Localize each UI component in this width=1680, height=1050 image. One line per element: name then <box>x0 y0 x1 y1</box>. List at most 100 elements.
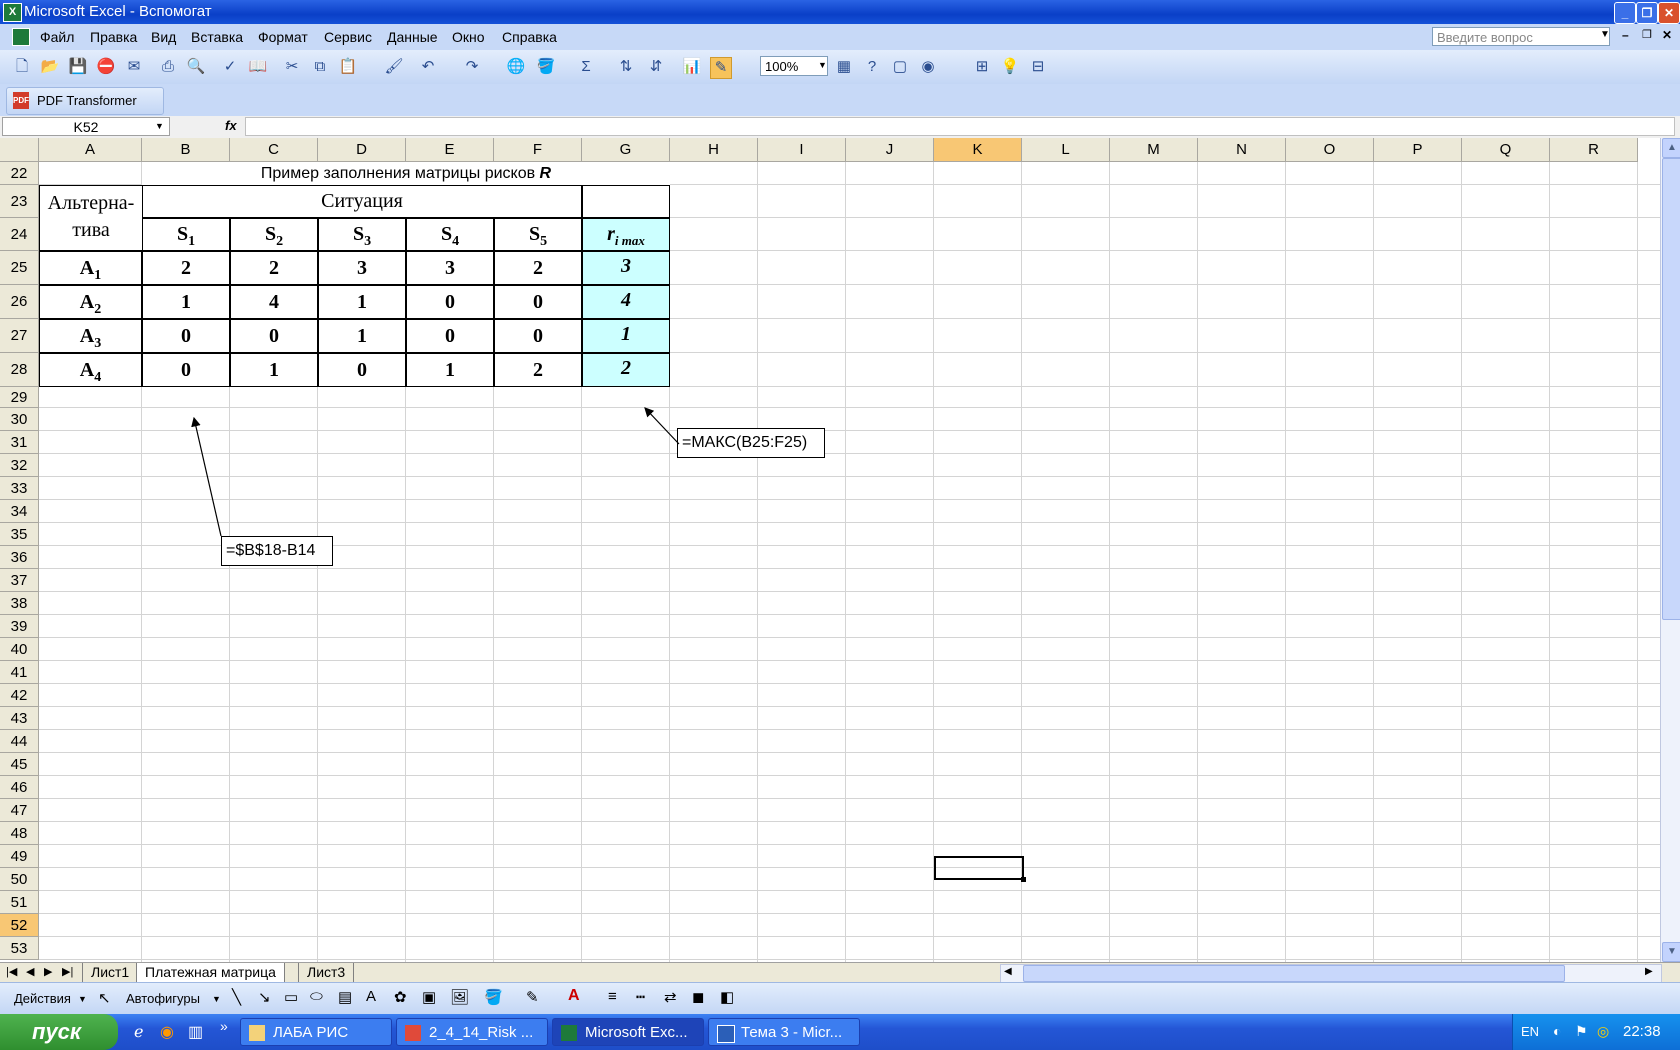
arrow-style-icon[interactable]: ⇄ <box>664 988 677 1006</box>
scroll-up-button[interactable]: ▲ <box>1662 138 1680 158</box>
shadow-style-icon[interactable]: ◼ <box>692 988 704 1006</box>
first-sheet-icon[interactable]: |◀ <box>6 965 17 978</box>
restore-button[interactable]: ❐ <box>1636 2 1658 24</box>
tray-network-icon[interactable]: ◐ <box>1553 1023 1561 1039</box>
vertical-scrollbar[interactable]: ▲ ▼ <box>1660 138 1680 962</box>
sort-descending-icon[interactable]: ⇵ <box>646 57 666 77</box>
save-icon[interactable]: 💾 <box>68 57 88 77</box>
spreadsheet-grid[interactable]: A B C D E F G H I J K L M N O P Q R 22 23 24 25 26 27 28 29 30 31 32… <box>0 138 1660 962</box>
sheet-tab-list1[interactable]: Лист1 <box>82 963 139 983</box>
formula-input[interactable] <box>245 117 1675 136</box>
pdf-transformer-toolbar[interactable]: PDF PDF Transformer <box>6 87 164 115</box>
line-tool-icon[interactable]: ╲ <box>232 988 241 1006</box>
undo-icon[interactable]: ↶ <box>418 57 438 77</box>
line-style-icon[interactable]: ≡ <box>608 988 617 1005</box>
help-dropdown-icon[interactable]: ▼ <box>1600 29 1610 40</box>
name-box-dropdown-icon[interactable]: ▼ <box>155 121 164 131</box>
scroll-down-button[interactable]: ▼ <box>1662 942 1680 962</box>
task-risk-pdf[interactable]: 2_4_14_Risk ... <box>396 1018 548 1046</box>
redo-icon[interactable]: ↷ <box>462 57 482 77</box>
textbox-tool-icon[interactable]: ▤ <box>338 988 352 1006</box>
format-painter-icon[interactable]: 🖌 <box>384 57 404 77</box>
menu-help[interactable]: Справка <box>502 29 557 45</box>
actions-menu[interactable]: Действия <box>14 991 71 1006</box>
help-search-input[interactable]: Введите вопрос <box>1432 27 1610 46</box>
borders-icon[interactable]: ⊞ <box>972 57 992 77</box>
vertical-scroll-thumb[interactable] <box>1662 158 1680 620</box>
tray-security-icon[interactable]: ⚑ <box>1575 1023 1588 1040</box>
page-setup-icon[interactable]: ▢ <box>890 57 910 77</box>
scroll-right-icon[interactable]: ▶ <box>1645 966 1653 977</box>
3d-style-icon[interactable]: ◧ <box>720 988 734 1006</box>
last-sheet-icon[interactable]: ▶| <box>62 965 73 978</box>
sheet-tab-payment-matrix[interactable]: Платежная матрица <box>136 963 285 983</box>
ie-quicklaunch-icon[interactable]: ℯ <box>134 1022 143 1042</box>
font-color-icon[interactable]: A <box>568 987 580 1005</box>
diagram-icon[interactable]: ✿ <box>394 988 407 1006</box>
horizontal-scroll-thumb[interactable] <box>1023 965 1565 982</box>
horizontal-scrollbar[interactable]: ◀ ▶ <box>1000 964 1662 983</box>
menu-format[interactable]: Формат <box>258 29 308 45</box>
picture-icon[interactable]: 🖼 <box>450 988 469 1006</box>
dash-style-icon[interactable]: ┅ <box>636 988 645 1006</box>
record-icon[interactable]: ◉ <box>918 57 938 77</box>
sort-ascending-icon[interactable]: ⇅ <box>616 57 636 77</box>
excel-app-icon[interactable]: X <box>3 3 22 22</box>
doc-restore-button[interactable]: ❐ <box>1642 28 1652 41</box>
arrow-tool-icon[interactable]: ↘ <box>258 988 271 1006</box>
active-cell-k52[interactable] <box>934 856 1026 882</box>
spelling-icon[interactable]: ✓ <box>220 57 240 77</box>
zoom-dropdown-icon[interactable]: ▼ <box>818 60 827 70</box>
menu-file[interactable]: Файл <box>40 29 74 45</box>
menu-view[interactable]: Вид <box>151 29 176 45</box>
insert-function-icon[interactable]: fx <box>225 118 237 133</box>
fill-color-draw-icon[interactable]: 🪣 <box>484 988 503 1006</box>
email-icon[interactable]: ✉ <box>124 57 144 77</box>
menu-tools[interactable]: Сервис <box>324 29 372 45</box>
autoshapes-menu[interactable]: Автофигуры <box>126 991 200 1006</box>
tray-app-icon[interactable]: ◎ <box>1597 1023 1609 1040</box>
table-icon[interactable]: ▦ <box>834 57 854 77</box>
minimize-button[interactable]: _ <box>1614 2 1636 24</box>
doc-close-button[interactable]: ✕ <box>1662 28 1672 42</box>
menu-window[interactable]: Окно <box>452 29 485 45</box>
fill-handle[interactable] <box>1021 877 1026 882</box>
select-pointer-icon[interactable]: ↖ <box>98 989 111 1007</box>
prev-sheet-icon[interactable]: ◀ <box>26 965 34 978</box>
workbook-icon[interactable] <box>12 28 30 46</box>
firefox-quicklaunch-icon[interactable]: ◉ <box>160 1022 174 1042</box>
task-tema3-word[interactable]: Тема 3 - Micr... <box>708 1018 860 1046</box>
task-laba-ris[interactable]: ЛАБА РИС <box>240 1018 392 1046</box>
menu-insert[interactable]: Вставка <box>191 29 243 45</box>
name-box[interactable]: K52 <box>2 117 170 136</box>
sheet-tab-list3[interactable]: Лист3 <box>298 963 355 983</box>
rectangle-tool-icon[interactable]: ▭ <box>284 988 298 1006</box>
next-sheet-icon[interactable]: ▶ <box>44 965 52 978</box>
cut-icon[interactable]: ✂ <box>282 57 302 77</box>
desktop-quicklaunch-icon[interactable]: ▥ <box>188 1022 203 1042</box>
oval-tool-icon[interactable]: ⬭ <box>310 988 323 1005</box>
chart-wizard-icon[interactable]: 📊 <box>682 57 702 77</box>
print-preview-icon[interactable]: 🔍 <box>186 57 206 77</box>
wordart-icon[interactable]: A <box>366 988 376 1005</box>
task-microsoft-excel[interactable]: Microsoft Exc... <box>552 1018 704 1046</box>
tip-lightbulb-icon[interactable]: 💡 <box>1000 57 1020 77</box>
menu-data[interactable]: Данные <box>387 29 438 45</box>
print-icon[interactable]: ⎙ <box>158 57 178 77</box>
fill-color-icon[interactable]: 🪣 <box>536 57 556 77</box>
doc-minimize-button[interactable]: – <box>1622 28 1629 42</box>
language-indicator[interactable]: EN <box>1521 1024 1539 1039</box>
hyperlink-icon[interactable]: 🌐 <box>506 57 526 77</box>
autosum-icon[interactable]: Σ <box>576 57 596 77</box>
line-color-icon[interactable]: ✎ <box>526 988 539 1006</box>
permission-icon[interactable]: ⛔ <box>96 57 116 77</box>
drawing-toggle-icon[interactable]: ✎ <box>710 57 732 79</box>
menu-edit[interactable]: Правка <box>90 29 137 45</box>
scroll-left-icon[interactable]: ◀ <box>1004 966 1012 977</box>
help-icon[interactable]: ? <box>862 57 882 77</box>
grid-borders-icon[interactable]: ⊟ <box>1028 57 1048 77</box>
new-document-icon[interactable]: 🗋 <box>12 57 32 77</box>
autoshapes-dropdown-icon[interactable]: ▼ <box>212 994 221 1004</box>
paste-icon[interactable]: 📋 <box>338 57 358 77</box>
open-folder-icon[interactable]: 📂 <box>40 57 60 77</box>
